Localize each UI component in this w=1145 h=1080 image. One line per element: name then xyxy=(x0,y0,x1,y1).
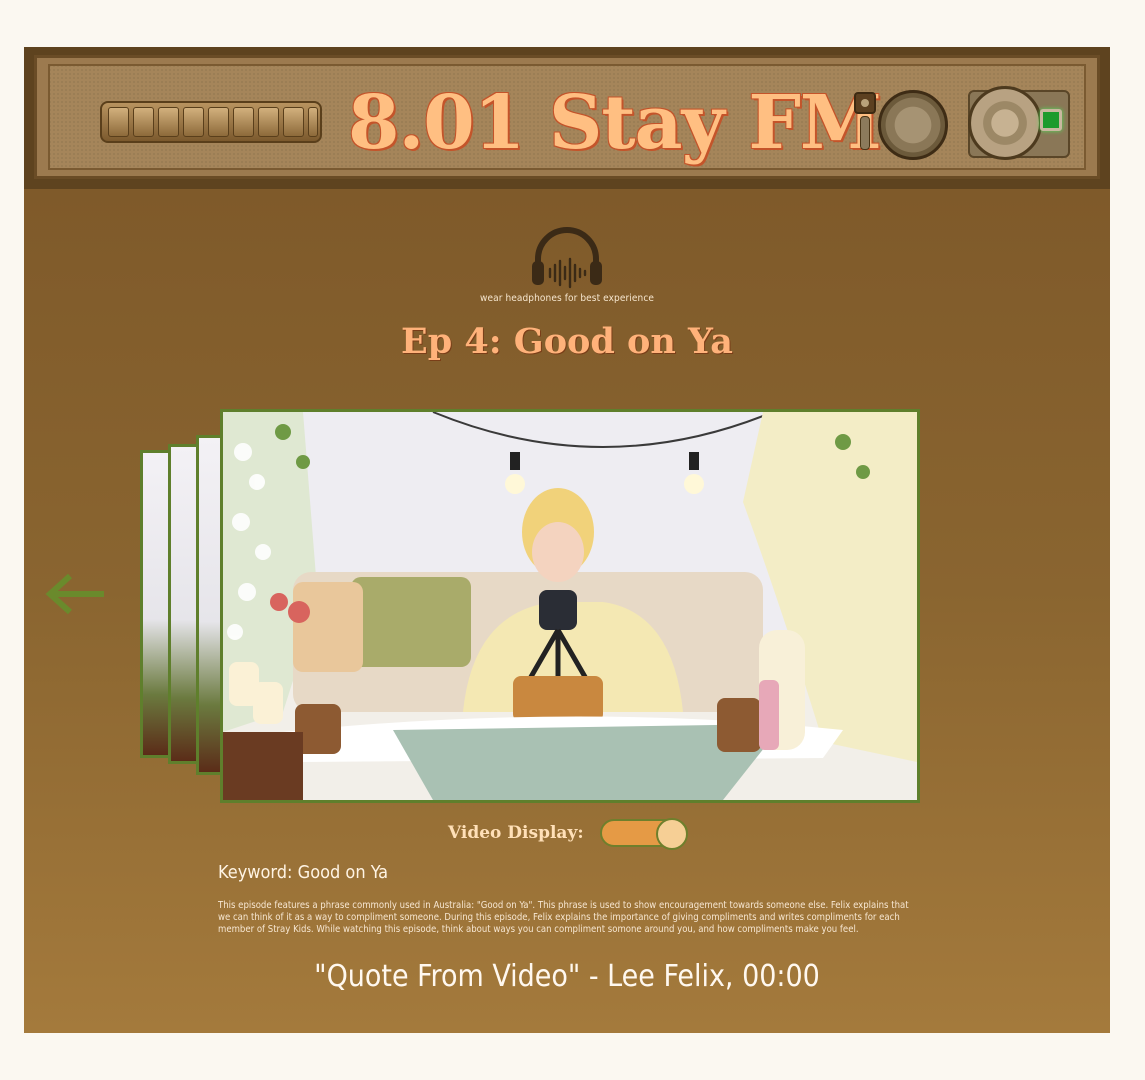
header-frame: 8.01 Stay FM xyxy=(34,55,1100,179)
video-display-control: Video Display: xyxy=(448,816,688,850)
preset-keys[interactable] xyxy=(100,101,322,143)
video-display-toggle[interactable] xyxy=(599,818,688,850)
preset-key[interactable] xyxy=(108,107,129,137)
episode-title: Ep 4: Good on Ya xyxy=(401,321,733,362)
preset-key[interactable] xyxy=(183,107,204,137)
preset-key[interactable] xyxy=(283,107,304,137)
preset-key[interactable] xyxy=(308,107,318,137)
video-frame-image xyxy=(223,412,917,800)
preset-key[interactable] xyxy=(258,107,279,137)
tuner-knob[interactable] xyxy=(968,86,1042,160)
preset-key[interactable] xyxy=(133,107,154,137)
toggle-thumb xyxy=(655,818,688,850)
video-player[interactable] xyxy=(220,409,920,803)
station-brand: 8.01 Stay FM xyxy=(348,80,882,166)
episode-quote: "Quote From Video" - Lee Felix, 00:00 xyxy=(314,959,820,994)
arrow-left-icon[interactable] xyxy=(44,572,108,616)
header-plate: 8.01 Stay FM xyxy=(48,64,1086,170)
radio-header: 8.01 Stay FM xyxy=(24,47,1110,189)
volume-knob[interactable] xyxy=(878,90,948,160)
switch-cap xyxy=(854,92,876,114)
small-switch[interactable] xyxy=(854,92,876,152)
power-led-icon xyxy=(1040,109,1062,131)
preset-key[interactable] xyxy=(233,107,254,137)
preset-key[interactable] xyxy=(158,107,179,137)
headphone-note: wear headphones for best experience xyxy=(479,293,655,304)
episode-keyword: Keyword: Good on Ya xyxy=(218,862,389,883)
video-display-label: Video Display: xyxy=(448,823,584,843)
headphones-icon xyxy=(532,227,602,289)
switch-lever xyxy=(860,116,870,150)
episode-description: This episode features a phrase commonly … xyxy=(218,900,909,935)
preset-key[interactable] xyxy=(208,107,229,137)
radio-panel: 8.01 Stay FM wear headphones for best ex… xyxy=(24,47,1110,1033)
